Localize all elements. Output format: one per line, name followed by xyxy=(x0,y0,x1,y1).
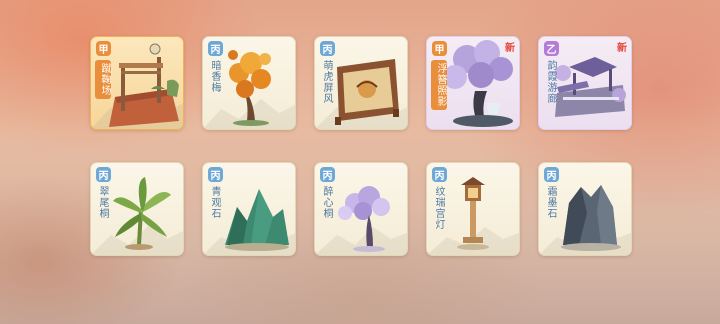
item-card-green-rock[interactable]: 丙 青观石 xyxy=(202,162,296,256)
item-name: 萌虎屏风 xyxy=(321,60,332,104)
grade-badge: 丙 xyxy=(320,41,335,56)
item-card-green-tail-tung[interactable]: 丙 翠尾桐 xyxy=(90,162,184,256)
new-badge: 新 xyxy=(617,43,627,54)
item-name: 翠尾桐 xyxy=(97,186,108,219)
item-card-cuju-field[interactable]: 甲 蹴鞠场 xyxy=(90,36,184,130)
grade-badge: 丙 xyxy=(96,167,111,182)
item-card-cloud-corridor[interactable]: 乙 韵霞游廊 新 xyxy=(538,36,632,130)
grade-badge: 甲 xyxy=(432,41,447,56)
item-card-drunken-tung[interactable]: 丙 醉心桐 xyxy=(314,162,408,256)
item-name: 韵霞游廊 xyxy=(545,60,556,104)
item-grid: 甲 蹴鞠场 丙 暗香梅 丙 萌虎屏风 甲 浮簪照影 新 乙 韵霞游廊 新 丙 翠… xyxy=(0,0,720,324)
item-card-frost-ink-rock[interactable]: 丙 霜墨石 xyxy=(538,162,632,256)
item-card-plum[interactable]: 丙 暗香梅 xyxy=(202,36,296,130)
item-name: 霜墨石 xyxy=(545,186,556,219)
item-name: 青观石 xyxy=(209,186,220,219)
item-name: 暗香梅 xyxy=(209,60,220,93)
item-name: 醉心桐 xyxy=(321,186,332,219)
grade-badge: 丙 xyxy=(208,167,223,182)
grade-badge: 甲 xyxy=(96,41,111,56)
grade-badge: 丙 xyxy=(544,167,559,182)
grade-badge: 丙 xyxy=(432,167,447,182)
new-badge: 新 xyxy=(505,43,515,54)
grade-badge: 乙 xyxy=(544,41,559,56)
item-card-tiger-screen[interactable]: 丙 萌虎屏风 xyxy=(314,36,408,130)
grade-badge: 丙 xyxy=(320,167,335,182)
item-name: 浮簪照影 xyxy=(431,60,447,110)
grade-badge: 丙 xyxy=(208,41,223,56)
item-card-palace-lantern[interactable]: 丙 纹瑞宫灯 xyxy=(426,162,520,256)
item-name: 蹴鞠场 xyxy=(95,60,111,99)
item-name: 纹瑞宫灯 xyxy=(433,186,444,230)
item-card-floating-hairpin[interactable]: 甲 浮簪照影 新 xyxy=(426,36,520,130)
